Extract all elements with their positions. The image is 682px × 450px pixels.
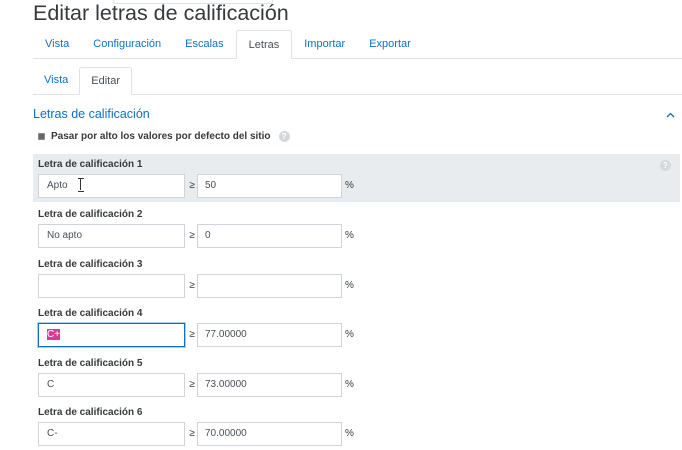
grade-letter-row-4: Letra de calificación 4 C+ ≥ 77.00000 % [33,303,680,351]
tab-importar[interactable]: Importar [292,30,357,59]
subtab-vista[interactable]: Vista [33,67,79,95]
grade-letter-input[interactable]: C+ [38,323,185,347]
grade-boundary-input[interactable]: 70.00000 [197,422,342,446]
grade-letter-row-1: Letra de calificación 1 Apto ≥ 50 % ? [33,154,680,202]
grade-boundary-input[interactable]: 0 [197,224,342,248]
ge-symbol: ≥ [189,428,195,439]
tab-vista[interactable]: Vista [33,30,81,59]
ge-symbol: ≥ [189,280,195,291]
grade-boundary-input[interactable]: 73.00000 [197,373,342,397]
tab-letras[interactable]: Letras [235,30,293,59]
help-icon[interactable]: ? [660,160,671,171]
override-label: Pasar por alto los valores por defecto d… [51,131,271,142]
help-icon[interactable]: ? [278,131,290,142]
main-tabs: Vista Configuración Escalas Letras Impor… [33,30,682,59]
grade-letter-row-6: Letra de calificación 6 C- ≥ 70.00000 % [33,402,680,450]
selected-text: C+ [47,329,61,340]
grade-letter-input[interactable] [38,274,185,298]
subtab-editar[interactable]: Editar [79,67,133,95]
grade-letter-row-5: Letra de calificación 5 C ≥ 73.00000 % [33,353,680,401]
grade-boundary-input[interactable] [197,274,342,298]
grade-boundary-input[interactable]: 77.00000 [197,323,342,347]
percent-sign: % [345,428,354,439]
grade-boundary-input[interactable]: 50 [197,174,342,198]
tab-escalas[interactable]: Escalas [173,30,236,59]
ge-symbol: ≥ [189,230,195,241]
grade-letter-label: Letra de calificación 5 [38,358,143,369]
ge-symbol: ≥ [189,180,195,191]
text-cursor-icon [77,178,84,192]
grade-letter-input[interactable]: No apto [38,224,185,248]
tab-exportar[interactable]: Exportar [357,30,423,59]
grade-letter-row-2: Letra de calificación 2 No apto ≥ 0 % [33,204,680,252]
percent-sign: % [345,180,354,191]
grade-letter-input[interactable]: C- [38,422,185,446]
sub-tabs: Vista Editar [33,67,682,95]
percent-sign: % [345,280,354,291]
grade-letter-label: Letra de calificación 1 [38,159,143,170]
chevron-up-icon[interactable] [666,110,675,121]
override-checkbox[interactable] [38,133,45,140]
ge-symbol: ≥ [189,329,195,340]
page-title: Editar letras de calificación [33,1,289,25]
percent-sign: % [345,230,354,241]
grade-letter-input[interactable]: Apto [38,174,185,198]
grade-letter-label: Letra de calificación 3 [38,259,143,270]
tab-configuracion[interactable]: Configuración [81,30,173,59]
grade-letter-input[interactable]: C [38,373,185,397]
override-defaults: Pasar por alto los valores por defecto d… [38,131,290,142]
percent-sign: % [345,329,354,340]
grade-letter-row-3: Letra de calificación 3 ≥ % [33,254,680,302]
percent-sign: % [345,379,354,390]
ge-symbol: ≥ [189,379,195,390]
grade-letter-label: Letra de calificación 2 [38,209,143,220]
grade-letter-label: Letra de calificación 4 [38,308,143,319]
grade-letter-label: Letra de calificación 6 [38,407,143,418]
section-title[interactable]: Letras de calificación [33,107,150,121]
